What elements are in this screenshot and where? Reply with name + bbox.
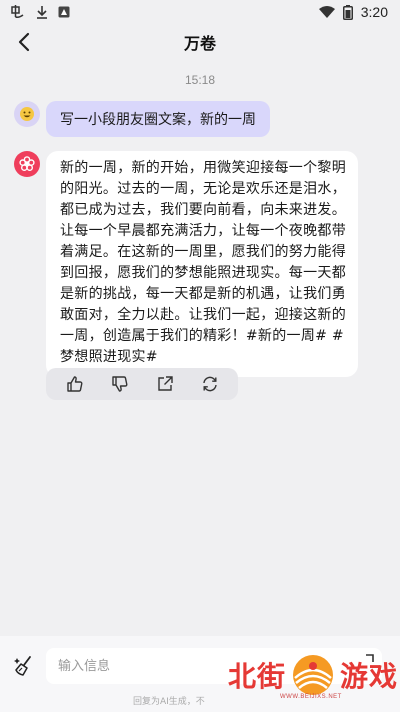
clear-chat-button[interactable] (10, 652, 38, 680)
share-button[interactable] (152, 371, 178, 397)
refresh-icon (202, 376, 217, 392)
watermark-left-text: 北街 (228, 660, 287, 693)
message-action-bar (46, 368, 238, 400)
user-avatar (14, 101, 40, 127)
back-button[interactable] (10, 28, 38, 56)
nav-bar: 万卷 (0, 24, 400, 60)
status-right: 3:20 (318, 4, 388, 20)
status-time: 3:20 (360, 4, 388, 20)
message-timestamp: 15:18 (184, 73, 216, 87)
like-button[interactable] (62, 371, 88, 397)
watermark-right-text: 游戏 (340, 660, 399, 693)
thumbs-down-icon (111, 376, 127, 392)
user-message-bubble: 写一小段朋友圈文案，新的一周 (46, 101, 270, 137)
watermark: 北街 游戏 WWW.BEIJIXS.NET (228, 638, 400, 712)
watermark-logo-icon (293, 655, 334, 695)
regenerate-button[interactable] (197, 371, 223, 397)
status-left (10, 4, 70, 20)
battery-icon (342, 4, 353, 20)
image-notification-icon (58, 6, 70, 18)
page-title: 万卷 (183, 34, 216, 53)
dislike-button[interactable] (107, 371, 133, 397)
broom-icon (14, 656, 31, 676)
chevron-left-icon (18, 32, 30, 52)
status-bar: 3:20 (0, 0, 400, 24)
ai-disclaimer: 回复为AI生成，不 (133, 697, 205, 707)
bot-message-bubble: 新的一周，新的开始，用微笑迎接每一个黎明的阳光。过去的一周，无论是欢乐还是泪水，… (46, 151, 358, 377)
watermark-url: WWW.BEIJIXS.NET (280, 694, 342, 700)
download-icon (37, 6, 47, 19)
share-icon (157, 376, 173, 391)
thumbs-up-icon (66, 376, 82, 392)
flower-logo-icon (19, 156, 35, 172)
smiley-face-icon (20, 107, 34, 121)
app-notification-icon (11, 5, 24, 18)
bot-avatar (14, 151, 40, 177)
wifi-icon (318, 6, 335, 18)
